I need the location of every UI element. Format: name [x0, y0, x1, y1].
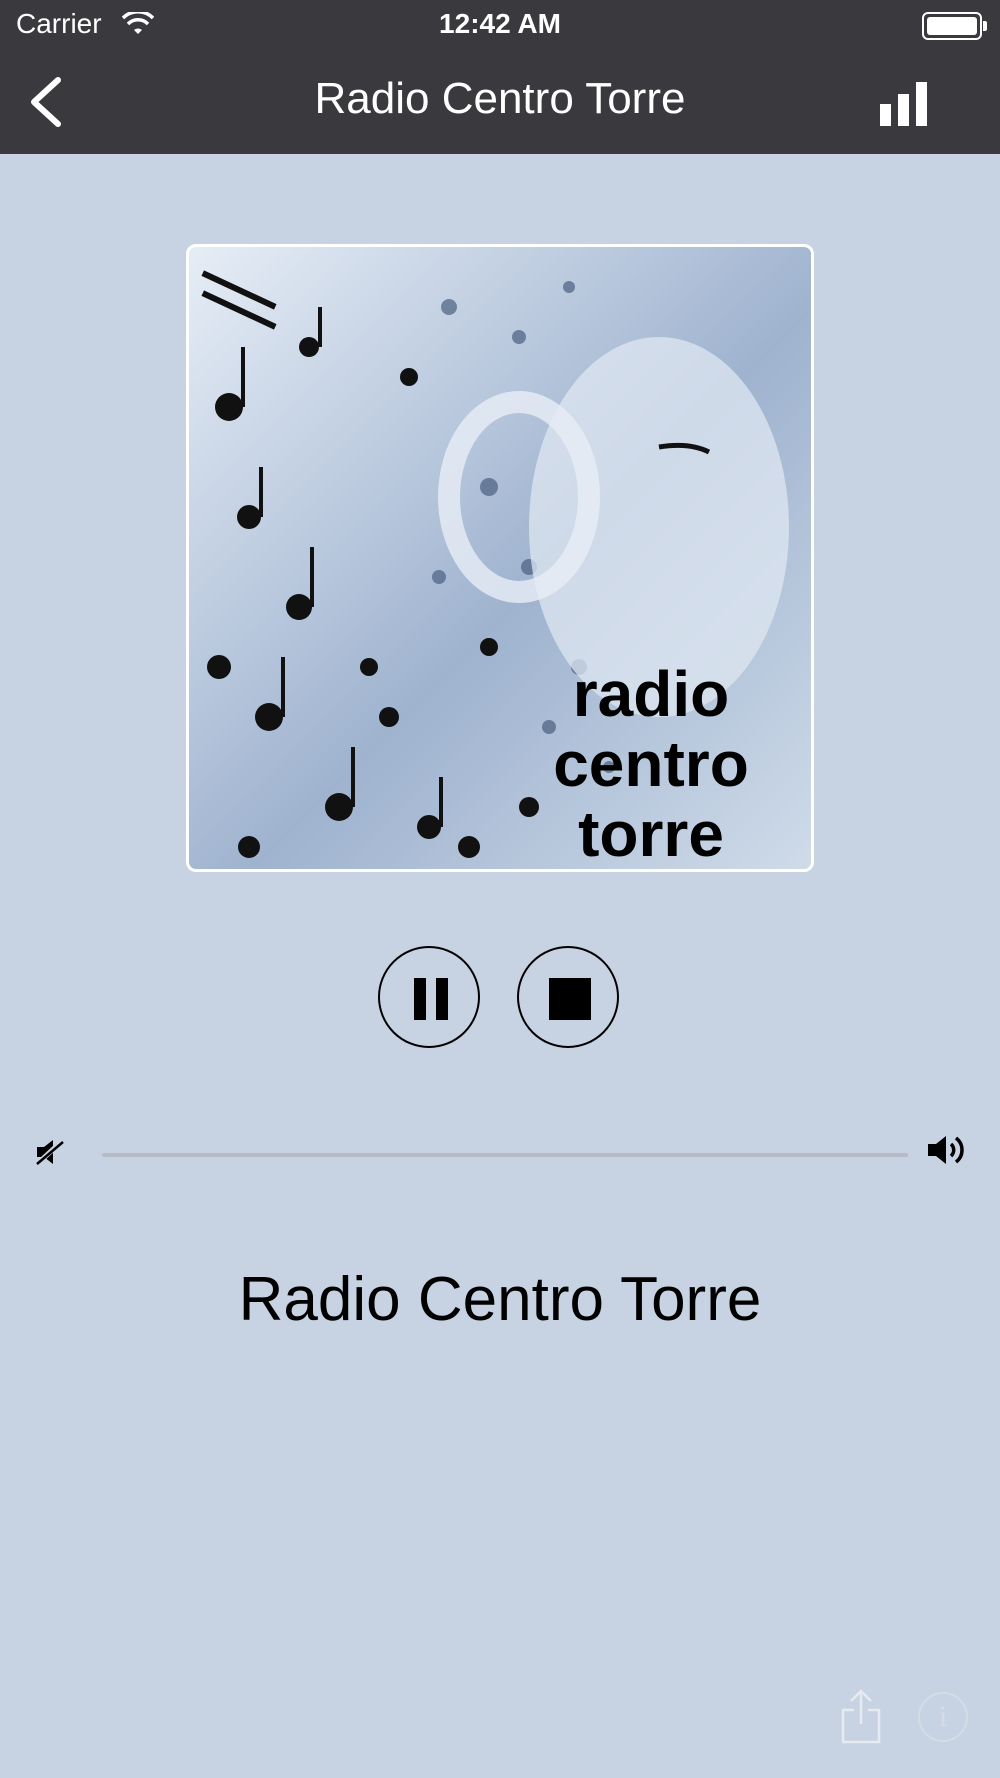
battery-icon	[922, 12, 987, 40]
volume-slider[interactable]	[102, 1153, 908, 1157]
stop-button[interactable]	[517, 946, 619, 1048]
top-bar: Carrier 12:42 AM Radio Centro Torre	[0, 0, 1000, 154]
volume-icon[interactable]	[926, 1132, 970, 1168]
status-time: 12:42 AM	[439, 8, 561, 39]
album-artwork: radio centro torre	[186, 244, 814, 872]
artwork-text: radio centro torre	[553, 658, 749, 870]
station-name: Radio Centro Torre	[238, 1265, 762, 1334]
chevron-left-icon	[31, 77, 61, 127]
stats-button[interactable]	[880, 82, 930, 126]
share-icon[interactable]	[840, 1688, 882, 1744]
mute-icon[interactable]	[34, 1136, 66, 1168]
pause-button[interactable]	[378, 946, 480, 1048]
nav-title: Radio Centro Torre	[314, 74, 686, 123]
back-button[interactable]	[24, 72, 74, 132]
bar-chart-icon	[880, 104, 891, 126]
info-icon[interactable]: i	[918, 1692, 968, 1742]
